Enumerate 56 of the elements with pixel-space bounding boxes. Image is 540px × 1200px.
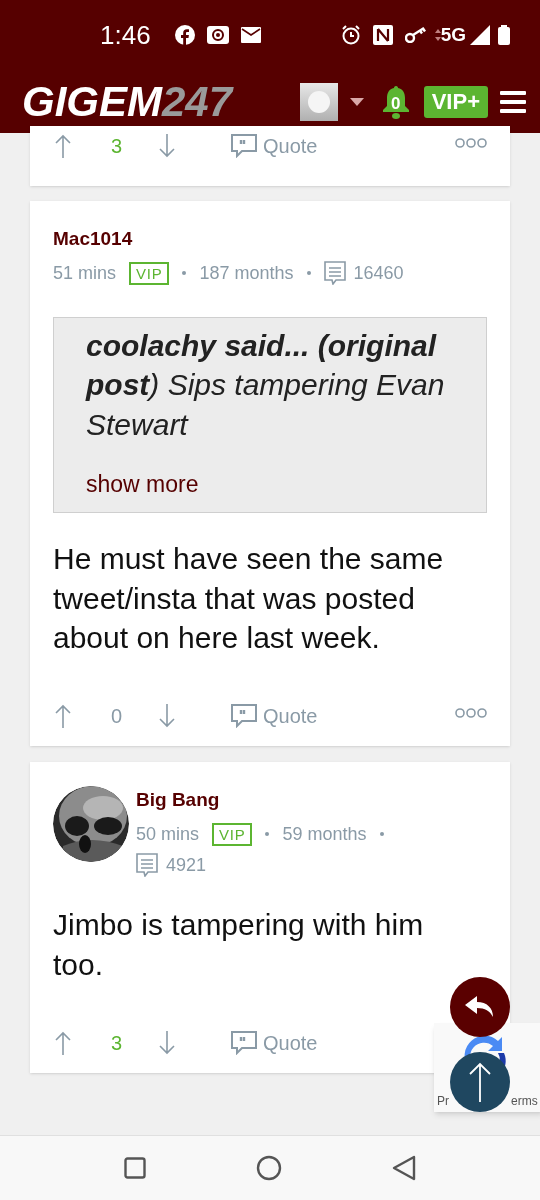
alarm-icon <box>340 25 361 45</box>
menu-icon[interactable] <box>500 90 526 113</box>
dropdown-caret-icon[interactable] <box>349 97 364 106</box>
vote-count: 3 <box>111 134 124 159</box>
vip-badge: VIP <box>129 261 170 285</box>
upvote-icon[interactable] <box>55 1030 71 1055</box>
privacy-link[interactable]: Pr <box>437 1092 449 1110</box>
separator-dot-icon <box>265 832 270 837</box>
separator-dot-icon <box>306 271 311 275</box>
downvote-icon[interactable] <box>159 134 175 158</box>
mail-icon <box>240 27 261 43</box>
post-count: 16460 <box>353 261 404 285</box>
author-name[interactable]: Mac1014 <box>53 225 487 254</box>
member-tenure: 59 months <box>282 822 367 846</box>
quoted-text: coolachy said... (original post) Sips tampering Evan Stewart <box>86 327 446 444</box>
downvote-icon[interactable] <box>159 1030 175 1055</box>
nfc-icon <box>372 25 393 45</box>
separator-dot-icon <box>182 271 187 275</box>
downvote-icon[interactable] <box>159 704 175 729</box>
quote-icon <box>231 134 257 158</box>
vote-count: 3 <box>111 1030 124 1056</box>
upvote-icon[interactable] <box>55 134 71 158</box>
separator-dot-icon <box>379 832 384 837</box>
arrow-up-icon <box>468 1062 492 1102</box>
key-icon <box>404 27 427 43</box>
signal-icon <box>470 25 490 45</box>
member-tenure: 187 months <box>199 261 294 285</box>
terms-link[interactable]: erms <box>511 1092 538 1110</box>
recents-icon[interactable] <box>124 1157 146 1179</box>
home-icon[interactable] <box>256 1155 282 1181</box>
upvote-icon[interactable] <box>55 704 71 729</box>
more-options-icon[interactable] <box>455 138 487 148</box>
post-count: 4921 <box>166 853 207 877</box>
more-options-icon[interactable] <box>455 708 487 719</box>
network-type: 5G <box>440 22 466 47</box>
status-time: 1:46 <box>100 18 151 52</box>
facebook-icon <box>174 25 195 45</box>
post-time: 51 mins <box>53 261 117 285</box>
reply-icon <box>465 996 495 1018</box>
site-logo[interactable]: GIGEM247 <box>22 80 233 123</box>
posts-icon <box>323 261 346 285</box>
radio-icon <box>206 26 229 44</box>
data-arrows-icon <box>434 29 441 41</box>
vote-count: 0 <box>111 704 124 730</box>
quote-icon <box>231 1030 257 1055</box>
back-icon[interactable] <box>392 1155 416 1181</box>
show-more-link[interactable]: show more <box>86 467 199 502</box>
post-body: He must have seen the same tweet/insta that was posted about on here last week. <box>53 540 445 657</box>
vip-badge: VIP <box>212 822 253 846</box>
post-body: Jimbo is tampering with him too. <box>53 906 425 983</box>
user-avatar[interactable] <box>299 82 338 121</box>
quote-icon <box>231 704 257 729</box>
battery-icon <box>498 25 510 45</box>
post-time: 50 mins <box>136 822 200 846</box>
posts-icon <box>136 853 158 878</box>
author-name[interactable]: Big Bang <box>136 786 426 815</box>
